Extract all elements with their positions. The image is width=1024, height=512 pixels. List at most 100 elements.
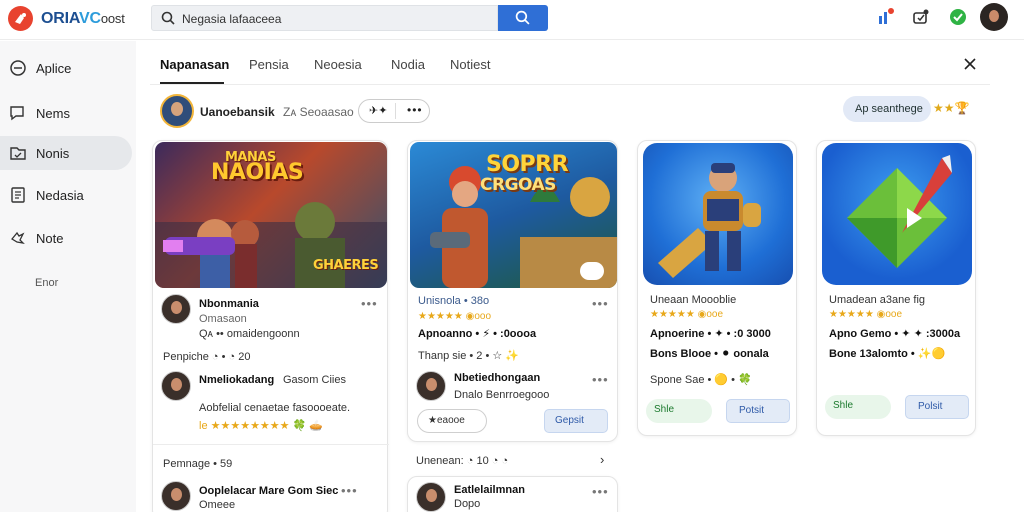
card-extra: Spone Sae • 🟡 • 🍀	[650, 374, 752, 386]
thumbnail-title: NAOIAS	[211, 160, 304, 185]
card-meta: Apnoerine • ✦ • :0 3000	[650, 328, 771, 340]
game-card[interactable]: Eatlelailmnan ••• Dopo	[407, 476, 618, 512]
sidebar-item-nedasia[interactable]: Nedasia	[0, 178, 132, 212]
share-button[interactable]: Shle	[825, 395, 891, 419]
sidebar: Aplice Nems Nonis Nedasia Note Enor	[0, 41, 136, 512]
card-rating: ★★★★★ ◉ooe	[650, 309, 724, 320]
card-title[interactable]: Uneaan Moooblie	[650, 294, 736, 306]
card-title[interactable]: Nbonmania	[199, 298, 259, 310]
card-section-label: Penpiche ◔ • ◔ 20	[163, 351, 251, 363]
share-button[interactable]: Shle	[646, 399, 712, 423]
footer-subtitle: Dopo	[454, 498, 481, 510]
tab-notiest[interactable]: Notiest	[450, 57, 490, 72]
tab-nodia[interactable]: Nodia	[391, 57, 425, 72]
card-title[interactable]: Umadean a3ane fig	[829, 294, 925, 306]
tab-pensia[interactable]: Pensia	[249, 57, 289, 72]
sidebar-item-aplice[interactable]: Aplice	[0, 51, 132, 85]
more-options-icon[interactable]: •••	[341, 483, 358, 498]
chat-icon	[10, 106, 24, 121]
more-options-icon[interactable]: •••	[592, 484, 609, 499]
game-card[interactable]: Uneaan Moooblie ★★★★★ ◉ooe Apnoerine • ✦…	[637, 140, 797, 436]
more-options-icon[interactable]: •••	[592, 296, 609, 311]
channel-name[interactable]: Uanoebansik	[200, 105, 275, 119]
card-footer: Unenean: ◔ 10 ◔ ◔	[416, 455, 509, 467]
sidebar-item-label: Nonis	[36, 146, 70, 161]
commenter-avatar[interactable]	[161, 371, 191, 401]
game-thumbnail[interactable]: SOPRR CRGOAS	[410, 142, 617, 288]
tab-napanasan[interactable]: Napanasan	[160, 57, 229, 72]
footer-subtitle: Omeee	[199, 499, 236, 511]
footer-author[interactable]: Ooplelacar Mare Gom Siec	[199, 485, 338, 497]
footer-avatar[interactable]	[416, 482, 446, 512]
search-icon	[515, 10, 530, 25]
card-rating: ★★★★★ ◉ooo	[418, 311, 492, 322]
game-card[interactable]: Umadean a3ane fig ★★★★★ ◉ooe Apno Gemo •…	[816, 140, 976, 436]
sidebar-item-nems[interactable]: Nems	[0, 96, 132, 130]
app-logo-icon[interactable]	[8, 6, 33, 31]
chart-icon[interactable]	[876, 8, 894, 26]
comment-rating: le ★★★★★★★★ 🍀 🥧	[199, 420, 324, 432]
footer-avatar[interactable]	[161, 481, 191, 511]
author-avatar[interactable]	[161, 294, 191, 324]
share-button[interactable]: ✈✦	[369, 104, 387, 117]
footer-author[interactable]: Eatlelailmnan	[454, 484, 525, 496]
thumbnail-subtitle: GHAERES	[313, 258, 379, 273]
comment-meta: Gasom Ciies	[283, 374, 346, 386]
sidebar-item-label: Note	[36, 231, 64, 246]
filter-rating: ★★🏆	[933, 101, 970, 115]
sidebar-item-label: Aplice	[36, 61, 72, 76]
sidebar-item-note[interactable]: Note	[0, 221, 132, 255]
share-button[interactable]: ★eaooe	[417, 409, 487, 433]
user-avatar[interactable]	[980, 3, 1008, 31]
commenter-avatar[interactable]	[416, 371, 446, 401]
more-options-icon[interactable]: •••	[592, 372, 609, 387]
top-bar: ORIAVCoost Negasia lafaaceea	[0, 0, 1024, 40]
close-icon[interactable]	[962, 56, 978, 72]
game-thumbnail[interactable]: MANAS NAOIAS GHAERES	[155, 142, 387, 288]
channel-actions: ✈✦ •••	[358, 99, 430, 123]
card-details: Bons Blooe • ⚫ oonala	[650, 348, 769, 360]
channel-avatar[interactable]	[160, 94, 194, 128]
search-value: Negasia lafaaceea	[182, 12, 282, 26]
card-meta: Qᴀ •• omaidengoonn	[199, 328, 300, 340]
game-artwork	[658, 163, 761, 278]
active-tab-indicator	[160, 82, 224, 84]
search-input[interactable]: Negasia lafaaceea	[151, 5, 498, 31]
search-icon	[161, 11, 175, 25]
card-details: Bone 13alomto • ✨🟡	[829, 348, 946, 360]
app-logo-text[interactable]: ORIAVCoost	[41, 10, 125, 28]
card-title[interactable]: Unisnola • 38o	[418, 295, 489, 307]
card-meta: Apno Gemo • ✦ ✦ :3000a	[829, 328, 961, 340]
comment-text: Aobfelial cenaetae fasoooeate.	[199, 402, 351, 414]
document-icon	[11, 187, 25, 203]
card-rating: ★★★★★ ◉ooe	[829, 309, 903, 320]
sidebar-footer: Enor	[35, 277, 59, 289]
tab-bar: Napanasan Pensia Neoesia Nodia Notiest	[150, 42, 990, 85]
post-button[interactable]: Polsit	[905, 395, 969, 419]
compass-icon	[10, 60, 26, 76]
more-options-button[interactable]: •••	[407, 103, 423, 117]
game-thumbnail[interactable]	[643, 143, 793, 285]
chevron-right-icon[interactable]: ›	[600, 452, 604, 467]
comment-meta: Dnalo Benrroegooo	[454, 389, 550, 401]
post-button[interactable]: Potsit	[726, 399, 790, 423]
thumbnail-subtitle: CRGOAS	[480, 175, 556, 195]
deposit-button[interactable]: Gepsit	[544, 409, 608, 433]
more-options-icon[interactable]: •••	[361, 296, 378, 311]
game-card[interactable]: SOPRR CRGOAS Unisnola • 38o ••• ★★★★★ ◉o…	[407, 140, 618, 442]
sidebar-item-label: Nems	[36, 106, 70, 121]
game-thumbnail[interactable]	[822, 143, 972, 285]
online-status-icon[interactable]	[949, 8, 967, 26]
notification-icon[interactable]	[912, 8, 930, 26]
game-card[interactable]: MANAS NAOIAS GHAERES Nbonmania ••• Omasa…	[152, 140, 389, 512]
card-subtitle: Omasaon	[199, 313, 247, 325]
tab-neoesia[interactable]: Neoesia	[314, 57, 362, 72]
filter-pill[interactable]: Ap seanthege	[843, 96, 931, 122]
search-button[interactable]	[498, 5, 548, 31]
comment-author[interactable]: Nbetiedhongaan	[454, 372, 540, 384]
sidebar-item-nonis[interactable]: Nonis	[0, 136, 132, 170]
card-details: Thanp sie • 2 • ☆ ✨	[418, 350, 519, 362]
thumbnail-title: SOPRR	[486, 152, 569, 177]
comment-author[interactable]: Nmeliokadang	[199, 374, 274, 386]
folder-icon	[10, 147, 26, 160]
